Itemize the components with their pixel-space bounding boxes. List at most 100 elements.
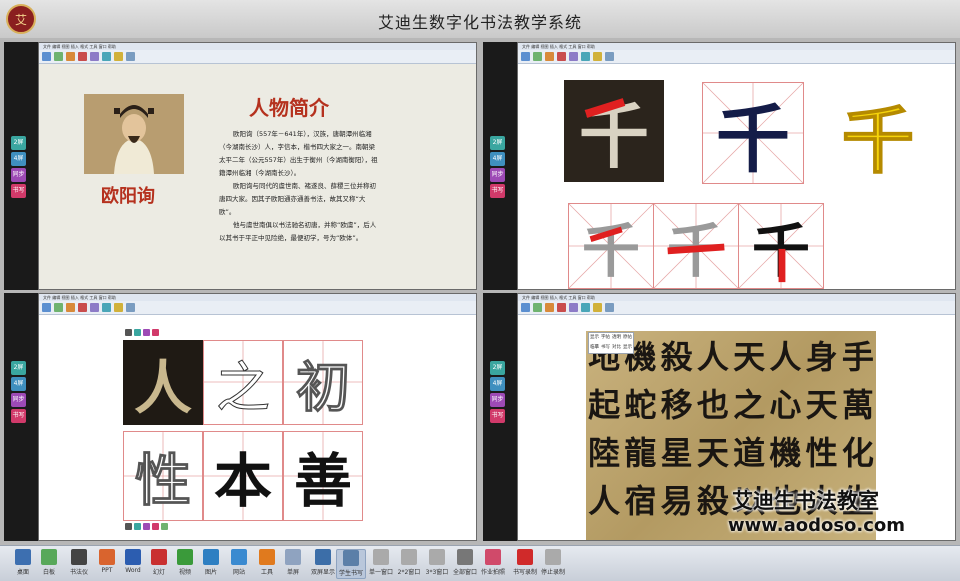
sidebar-button-sync[interactable]: 同步 — [490, 393, 505, 407]
palette-item[interactable]: 显示 — [622, 343, 633, 353]
sidebar-button-write[interactable]: 书写 — [490, 184, 505, 198]
sidebar-button-4screen[interactable]: 4屏 — [11, 152, 26, 166]
dock-item[interactable]: 2*2窗口 — [394, 549, 424, 579]
save-icon[interactable] — [54, 52, 63, 61]
scroll-char: 移 — [660, 386, 693, 424]
zoom-icon[interactable] — [569, 52, 578, 61]
intro-paragraph: 欧阳询（557年－641年），汉族，唐朝潭州临湘（今湖南长沙）人，字信本，楷书四… — [219, 130, 378, 177]
erase-icon[interactable] — [78, 52, 87, 61]
zoom-icon[interactable] — [90, 52, 99, 61]
palette-item[interactable]: 字帖 — [600, 333, 611, 343]
dock-item[interactable]: 单一窗口 — [366, 549, 396, 579]
color-icon[interactable] — [593, 303, 602, 312]
dock-label: 单一窗口 — [368, 569, 393, 576]
pane-content: 欧阳询 人物简介 欧阳询（557年－641年），汉族，唐朝潭州临湘（今湖南长沙）… — [39, 64, 476, 289]
sidebar-button-2screen[interactable]: 2屏 — [11, 361, 26, 375]
pane-bottom-left[interactable]: 2屏 4屏 同步 书写 文件 编辑 视图 插入 格式 工具 窗口 帮助 人 之 … — [4, 293, 477, 541]
title-bar: 艾 艾迪生数字化书法教学系统 — [0, 0, 960, 38]
dock-item[interactable]: 全部窗口 — [450, 549, 480, 579]
grid-cell: 千 — [568, 203, 654, 289]
dock-icon — [545, 549, 561, 565]
open-icon[interactable] — [521, 52, 530, 61]
undo-icon[interactable] — [126, 303, 135, 312]
dock-item[interactable]: 图片 — [196, 549, 226, 579]
dock-item[interactable]: 双屏显示 — [308, 549, 338, 579]
tool-icon[interactable] — [152, 523, 159, 530]
tool-icon[interactable] — [134, 329, 141, 336]
sidebar-button-sync[interactable]: 同步 — [490, 168, 505, 182]
dock-icon — [151, 549, 167, 565]
sidebar-button-4screen[interactable]: 4屏 — [11, 377, 26, 391]
sidebar-button-4screen[interactable]: 4屏 — [490, 377, 505, 391]
pane-menu-bar[interactable]: 文件 编辑 视图 插入 格式 工具 窗口 帮助 — [39, 43, 476, 50]
pen-icon[interactable] — [66, 52, 75, 61]
sidebar-button-write[interactable]: 书写 — [11, 409, 26, 423]
erase-icon[interactable] — [557, 303, 566, 312]
tool-icon[interactable] — [134, 523, 141, 530]
undo-icon[interactable] — [605, 52, 614, 61]
zoom-icon[interactable] — [569, 303, 578, 312]
dock-item[interactable]: 作业拍照 — [478, 549, 508, 579]
grid-icon[interactable] — [581, 52, 590, 61]
pane-sidebar: 2屏 4屏 同步 书写 — [4, 42, 38, 290]
sidebar-button-write[interactable]: 书写 — [11, 184, 26, 198]
color-icon[interactable] — [114, 303, 123, 312]
pen-icon[interactable] — [66, 303, 75, 312]
tool-icon[interactable] — [161, 523, 168, 530]
sidebar-button-write[interactable]: 书写 — [490, 409, 505, 423]
sidebar-button-2screen[interactable]: 2屏 — [490, 361, 505, 375]
save-icon[interactable] — [533, 303, 542, 312]
dock-item[interactable]: 白板 — [34, 549, 64, 579]
save-icon[interactable] — [54, 303, 63, 312]
dock-item[interactable]: 单屏 — [278, 549, 308, 579]
pen-icon[interactable] — [545, 52, 554, 61]
dock-item[interactable]: 停止录制 — [538, 549, 568, 579]
pane-menu-bar[interactable]: 文件 编辑 视图 插入 格式 工具 窗口 帮助 — [518, 43, 955, 50]
palette-item[interactable]: 透明 — [611, 333, 622, 343]
palette-item[interactable]: 显示 — [589, 333, 600, 343]
dock-icon — [41, 549, 57, 565]
sidebar-button-sync[interactable]: 同步 — [11, 393, 26, 407]
undo-icon[interactable] — [605, 303, 614, 312]
save-icon[interactable] — [533, 52, 542, 61]
grid-icon[interactable] — [102, 52, 111, 61]
grid-cell: 善 — [283, 431, 363, 521]
color-icon[interactable] — [593, 52, 602, 61]
undo-icon[interactable] — [126, 52, 135, 61]
outline-char: 之 — [216, 356, 271, 420]
pane-menu-bar[interactable]: 文件 编辑 视图 插入 格式 工具 窗口 帮助 — [518, 294, 955, 301]
tool-icon[interactable] — [152, 329, 159, 336]
open-icon[interactable] — [42, 303, 51, 312]
erase-icon[interactable] — [557, 52, 566, 61]
zoom-icon[interactable] — [90, 303, 99, 312]
sidebar-button-sync[interactable]: 同步 — [11, 168, 26, 182]
grid-icon[interactable] — [581, 303, 590, 312]
tool-icon[interactable] — [143, 329, 150, 336]
pane-bottom-right[interactable]: 2屏 4屏 同步 书写 文件 编辑 视图 插入 格式 工具 窗口 帮助 手萬化生… — [483, 293, 956, 541]
pen-icon[interactable] — [545, 303, 554, 312]
sidebar-button-2screen[interactable]: 2屏 — [11, 136, 26, 150]
color-icon[interactable] — [114, 52, 123, 61]
sidebar-button-4screen[interactable]: 4屏 — [490, 152, 505, 166]
bottom-dock: 桌面 白板 书法仪 PPT Word 幻灯 视频 图片 网站 工具 单屏 双屏显示 学生书写 单一窗口 2*… — [0, 545, 960, 581]
dock-item[interactable]: 网站 — [224, 549, 254, 579]
palette-item[interactable]: 原帖 — [622, 333, 633, 343]
sidebar-button-2screen[interactable]: 2屏 — [490, 136, 505, 150]
dock-item[interactable]: 学生书写 — [336, 549, 366, 579]
tool-icon[interactable] — [143, 523, 150, 530]
tool-icon[interactable] — [125, 329, 132, 336]
dock-item[interactable]: 书法仪 — [64, 549, 94, 579]
open-icon[interactable] — [42, 52, 51, 61]
pane-top-right[interactable]: 2屏 4屏 同步 书写 文件 编辑 视图 插入 格式 工具 窗口 帮助 千 千 … — [483, 42, 956, 290]
pane-top-left[interactable]: 2屏 4屏 同步 书写 文件 编辑 视图 插入 格式 工具 窗口 帮助 欧阳询 … — [4, 42, 477, 290]
palette-item[interactable]: 书写 — [600, 343, 611, 353]
dock-item[interactable]: 书写录制 — [510, 549, 540, 579]
open-icon[interactable] — [521, 303, 530, 312]
palette-item[interactable]: 临摹 — [589, 343, 600, 353]
palette-item[interactable]: 对比 — [611, 343, 622, 353]
erase-icon[interactable] — [78, 303, 87, 312]
tool-icon[interactable] — [125, 523, 132, 530]
grid-icon[interactable] — [102, 303, 111, 312]
dock-item[interactable]: 3*3窗口 — [422, 549, 452, 579]
pane-menu-bar[interactable]: 文件 编辑 视图 插入 格式 工具 窗口 帮助 — [39, 294, 476, 301]
